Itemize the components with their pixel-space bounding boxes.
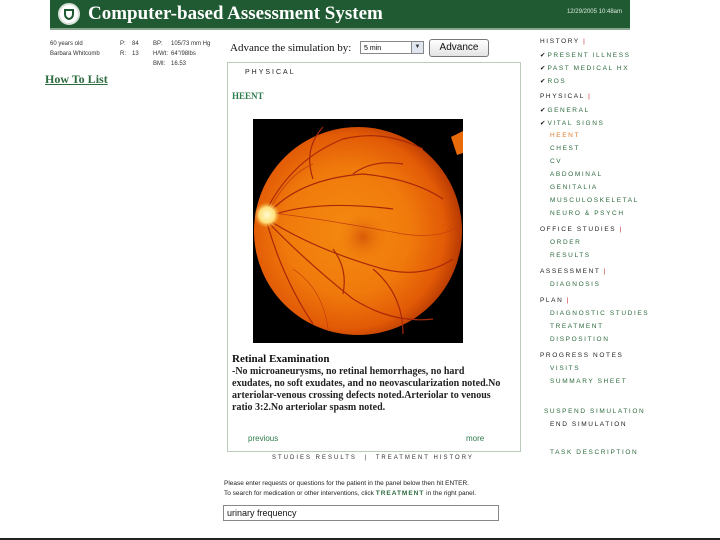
bottom-tabs: STUDIES RESULTS | TREATMENT HISTORY <box>272 455 474 461</box>
patient-name: Barbara Whitcomb <box>50 51 100 57</box>
nav-divider: | <box>566 297 571 304</box>
nav-heent[interactable]: HEENT <box>550 132 580 139</box>
bp-value: 105/73 mm Hg <box>171 41 211 47</box>
section-title: HEENT <box>232 91 264 101</box>
chevron-down-icon: ▼ <box>411 42 423 53</box>
resp-label: R: <box>120 51 126 57</box>
check-icon: ✔ <box>540 107 546 114</box>
nav-divider: | <box>603 268 608 275</box>
nav-musculoskeletal[interactable]: MUSCULOSKELETAL <box>550 197 639 204</box>
nav-general[interactable]: ✔ GENERAL <box>540 106 590 114</box>
app-title: Computer-based Assessment System <box>88 3 383 24</box>
task-description-link[interactable]: TASK DESCRIPTION <box>550 449 638 456</box>
nav-disposition[interactable]: DISPOSITION <box>550 336 610 343</box>
advance-time-value: 5 min <box>364 45 382 52</box>
nav-chest[interactable]: CHEST <box>550 145 580 152</box>
nav-neuro-psych[interactable]: NEURO & PSYCH <box>550 210 625 217</box>
nav-office-studies[interactable]: OFFICE STUDIES | <box>540 226 623 233</box>
instructions-pre: To search for medication or other interv… <box>224 490 374 497</box>
nav-abdominal[interactable]: ABDOMINAL <box>550 171 603 178</box>
bmi-value: 16.53 <box>171 61 187 67</box>
app-header: Computer-based Assessment System 12/29/2… <box>50 0 630 30</box>
check-icon: ✔ <box>540 65 546 72</box>
nav-past-medical-hx[interactable]: ✔ PAST MEDICAL HX <box>540 64 629 72</box>
nav-ros[interactable]: ✔ ROS <box>540 77 566 85</box>
end-simulation-link[interactable]: END SIMULATION <box>550 421 627 428</box>
more-link[interactable]: more <box>466 434 484 443</box>
nav-present-illness[interactable]: ✔ PRESENT ILLNESS <box>540 51 631 59</box>
height-weight-label: H/Wt: <box>153 51 168 57</box>
suspend-simulation-link[interactable]: SUSPEND SIMULATION <box>544 408 645 415</box>
tab-studies-results[interactable]: STUDIES RESULTS <box>272 455 357 461</box>
instructions-line-1: Please enter requests or questions for t… <box>224 480 469 487</box>
nav-physical[interactable]: PHYSICAL | <box>540 93 591 100</box>
logo-icon <box>58 3 80 25</box>
pulse-value: 84 <box>132 41 139 47</box>
nav-visits[interactable]: VISITS <box>550 365 580 372</box>
check-icon: ✔ <box>540 78 546 85</box>
advance-label: Advance the simulation by: <box>230 42 352 54</box>
nav-divider: | <box>583 38 587 45</box>
timestamp: 12/29/2005 10:48am <box>566 9 622 15</box>
retina-image <box>253 119 463 343</box>
nav-vital-signs[interactable]: ✔ VITAL SIGNS <box>540 119 604 127</box>
nav-treatment[interactable]: TREATMENT <box>550 323 604 330</box>
height-weight-value: 64"/98lbs <box>171 51 196 57</box>
nav-progress-notes[interactable]: PROGRESS NOTES <box>540 352 623 359</box>
nav-genitalia[interactable]: GENITALIA <box>550 184 598 191</box>
nav-order[interactable]: ORDER <box>550 239 581 246</box>
nav-plan[interactable]: PLAN | <box>540 297 570 304</box>
advance-time-select[interactable]: 5 min ▼ <box>360 41 424 54</box>
patient-query-input[interactable]: urinary frequency <box>223 505 499 521</box>
previous-link[interactable]: previous <box>248 434 278 443</box>
exam-title: Retinal Examination <box>232 353 330 365</box>
panel-header: PHYSICAL <box>245 69 296 76</box>
check-icon: ✔ <box>540 52 546 59</box>
advance-button[interactable]: Advance <box>429 39 489 57</box>
patient-age: 60 years old <box>50 41 83 47</box>
resp-value: 13 <box>132 51 139 57</box>
nav-summary-sheet[interactable]: SUMMARY SHEET <box>550 378 627 385</box>
nav-diagnostic-studies[interactable]: DIAGNOSTIC STUDIES <box>550 310 649 317</box>
check-icon: ✔ <box>540 120 546 127</box>
exam-findings: -No microaneurysms, no retinal hemorrhag… <box>232 366 501 413</box>
nav-diagnosis[interactable]: DIAGNOSIS <box>550 281 601 288</box>
nav-history[interactable]: HISTORY | <box>540 38 586 45</box>
nav-divider: | <box>588 93 592 100</box>
pulse-label: P: <box>120 41 126 47</box>
tab-treatment-history[interactable]: TREATMENT HISTORY <box>376 455 474 461</box>
how-to-list-link[interactable]: How To List <box>45 72 108 87</box>
treatment-link[interactable]: TREATMENT <box>376 490 425 497</box>
instructions-line-2: To search for medication or other interv… <box>224 490 476 497</box>
nav-assessment[interactable]: ASSESSMENT | <box>540 268 607 275</box>
bmi-label: BMI: <box>153 61 166 67</box>
nav-results[interactable]: RESULTS <box>550 252 591 259</box>
nav-cv[interactable]: CV <box>550 158 562 165</box>
tab-separator: | <box>364 455 369 461</box>
bp-label: BP: <box>153 41 163 47</box>
instructions-post: in the right panel. <box>426 490 477 497</box>
nav-divider: | <box>619 226 623 233</box>
